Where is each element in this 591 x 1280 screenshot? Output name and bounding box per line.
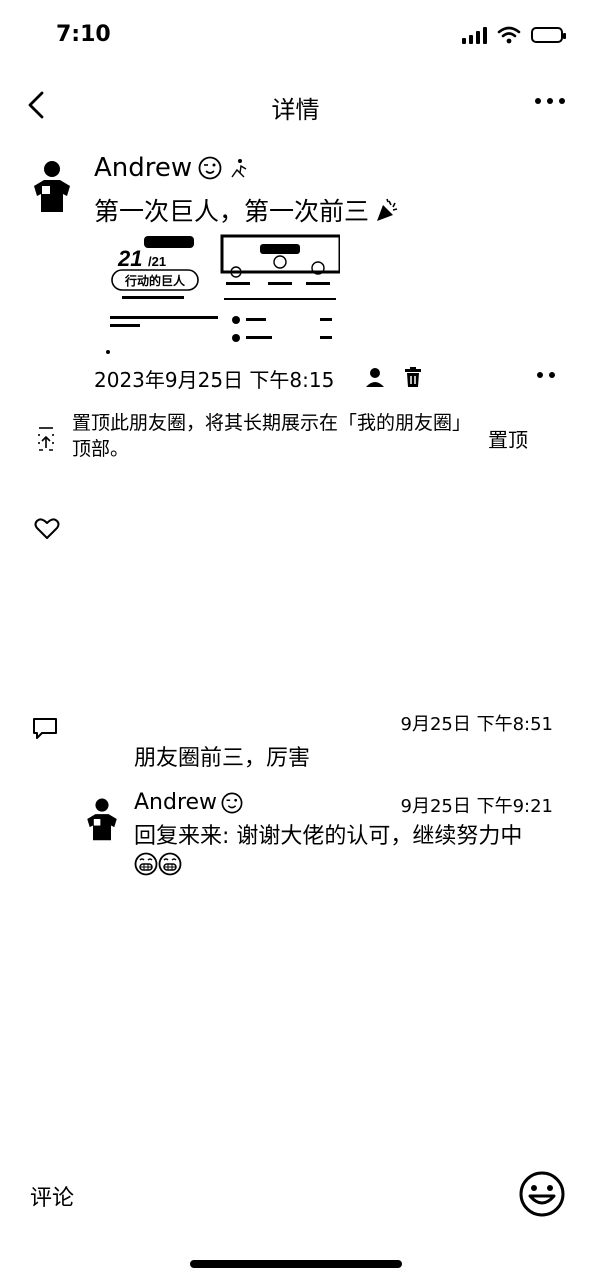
post-image-1[interactable]: 21 /21 行动的巨人 bbox=[104, 234, 224, 354]
reply-text-content: 回复来来: 谢谢大佬的认可，继续努力中 bbox=[134, 824, 523, 849]
trash-icon[interactable] bbox=[402, 366, 424, 388]
grin-emoji-icon bbox=[134, 852, 158, 876]
post-time: 2023年9月25日 下午8:15 bbox=[94, 368, 335, 392]
post-more-icon[interactable] bbox=[537, 372, 555, 378]
comment-input[interactable]: 评论 bbox=[30, 1180, 74, 1212]
comment-icon bbox=[33, 718, 57, 739]
heart-icon[interactable] bbox=[34, 516, 60, 540]
signal-icon bbox=[462, 26, 487, 44]
running-status-icon bbox=[231, 159, 247, 178]
emoji-button-icon[interactable] bbox=[518, 1170, 566, 1218]
image-small-number: /21 bbox=[148, 254, 166, 269]
wink-emoji-icon bbox=[198, 156, 222, 180]
reply-avatar[interactable] bbox=[84, 794, 120, 844]
image-title: 行动的巨人 bbox=[124, 273, 186, 288]
image-big-number: 21 bbox=[117, 246, 142, 271]
reply-author-name[interactable]: Andrew bbox=[134, 790, 217, 815]
certificate-image: 21 /21 行动的巨人 bbox=[106, 236, 218, 354]
comment-time: 9月25日 下午8:51 bbox=[400, 714, 554, 735]
pin-button[interactable]: 置顶 bbox=[488, 424, 528, 453]
leaderboard-image bbox=[220, 234, 340, 342]
author-name[interactable]: Andrew bbox=[94, 153, 192, 183]
visibility-person-icon[interactable] bbox=[364, 366, 386, 388]
reply-text[interactable]: 回复来来: 谢谢大佬的认可，继续努力中 bbox=[134, 822, 564, 885]
status-time: 7:10 bbox=[56, 22, 111, 47]
wink-emoji-icon bbox=[221, 792, 243, 813]
avatar[interactable] bbox=[30, 156, 74, 216]
post-author[interactable]: Andrew bbox=[94, 153, 250, 183]
wifi-icon bbox=[497, 26, 521, 44]
grin-emoji-icon bbox=[158, 852, 182, 876]
battery-icon bbox=[531, 27, 566, 43]
post-image-2[interactable] bbox=[220, 234, 340, 354]
more-icon[interactable] bbox=[535, 98, 565, 104]
comment-text[interactable]: 朋友圈前三，厉害 bbox=[134, 740, 310, 772]
pin-top-icon bbox=[38, 427, 54, 451]
party-popper-icon bbox=[377, 198, 398, 221]
reply-author[interactable]: Andrew bbox=[134, 790, 243, 815]
status-icons bbox=[462, 26, 566, 44]
post-text-content: 第一次巨人，第一次前三 bbox=[94, 197, 370, 226]
page-title: 详情 bbox=[271, 96, 320, 124]
home-indicator bbox=[190, 1260, 402, 1268]
pin-description: 置顶此朋友圈，将其长期展示在「我的朋友圈」顶部。 bbox=[72, 412, 462, 460]
post-text: 第一次巨人，第一次前三 bbox=[94, 192, 401, 228]
reply-time: 9月25日 下午9:21 bbox=[400, 796, 554, 817]
